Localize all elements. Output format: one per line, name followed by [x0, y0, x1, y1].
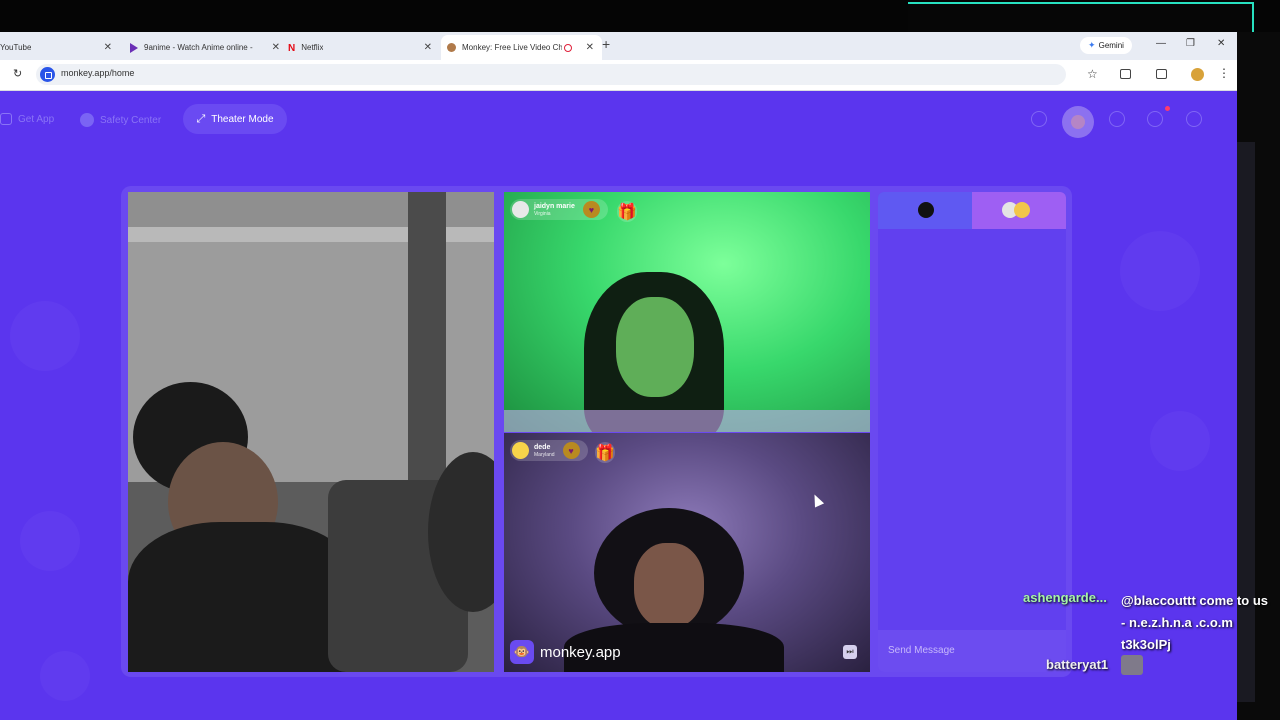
decor-bubble: [10, 301, 80, 371]
address-bar[interactable]: monkey.app/home: [36, 64, 1066, 85]
remote-video-2: dede Maryland ♥ 🎁: [504, 433, 870, 672]
heart-icon[interactable]: ♥: [562, 442, 580, 459]
extensions-icon[interactable]: [1120, 69, 1131, 79]
monkey-icon: [447, 43, 456, 52]
local-video: [128, 192, 494, 672]
person-face: [634, 543, 704, 628]
person-body: [128, 522, 358, 672]
safety-center-link[interactable]: Safety Center: [80, 113, 161, 127]
user-info: jaidyn marie Virginia: [534, 203, 575, 217]
chat-bubble-icon[interactable]: [1147, 111, 1163, 127]
user-location: Maryland: [534, 451, 555, 458]
tab-youtube[interactable]: YouTube ✕: [0, 35, 118, 60]
user-badge: dede Maryland ♥: [510, 440, 588, 461]
theater-mode-label: Theater Mode: [211, 113, 274, 125]
close-tab-icon[interactable]: ✕: [424, 42, 432, 53]
close-tab-icon[interactable]: ✕: [272, 42, 280, 53]
tab-9anime[interactable]: 9anime - Watch Anime online - ✕: [122, 35, 280, 60]
avatar: [512, 201, 529, 218]
decor-bubble: [1120, 231, 1200, 311]
avatar: [512, 442, 529, 459]
person-face: [616, 297, 694, 397]
monkey-logo-icon: 🐵: [510, 640, 534, 664]
monkey-face-icon[interactable]: [1186, 111, 1202, 127]
tab-single-chat[interactable]: [878, 192, 972, 229]
user-info: dede Maryland: [534, 444, 555, 458]
overlay-message: @blaccouttt come to us - n.e.z.h.n.a .c.…: [1121, 593, 1269, 652]
gemini-label: Gemini: [1098, 41, 1124, 50]
person-icon: [918, 202, 934, 218]
remote-video-1: jaidyn marie Virginia ♥ 🎁: [504, 192, 870, 432]
browser-toolbar: ↻ monkey.app/home ☆: [0, 60, 1237, 91]
get-app-link[interactable]: Get App: [0, 113, 54, 125]
menu-kebab-icon[interactable]: ⋮: [1218, 66, 1230, 80]
safety-center-label: Safety Center: [100, 114, 162, 126]
tab-label: 9anime - Watch Anime online -: [144, 43, 253, 52]
close-window-icon[interactable]: ✕: [1217, 38, 1225, 49]
skip-icon[interactable]: ⏭: [843, 645, 857, 659]
user-location: Virginia: [534, 210, 551, 217]
tab-label: Monkey: Free Live Video Ch: [462, 43, 562, 52]
overlay-avatar: [1121, 655, 1143, 675]
new-tab-button[interactable]: +: [602, 36, 610, 52]
heart-icon[interactable]: ♥: [582, 201, 600, 218]
browser-tab-bar: YouTube ✕ 9anime - Watch Anime online - …: [0, 32, 1237, 60]
gift-icon[interactable]: 🎁: [617, 201, 637, 222]
chat-tabs: [878, 192, 1066, 229]
gemini-icon: ✦: [1088, 40, 1096, 50]
restore-icon[interactable]: ❐: [1186, 38, 1195, 49]
tab-label: YouTube: [0, 43, 32, 52]
history-icon[interactable]: [1109, 111, 1125, 127]
netflix-icon: N: [288, 43, 296, 54]
tab-monkey[interactable]: Monkey: Free Live Video Ch ✕: [441, 35, 602, 60]
close-tab-icon[interactable]: ✕: [104, 42, 112, 53]
profile-avatar[interactable]: [1191, 68, 1204, 81]
user-badge: jaidyn marie Virginia ♥: [510, 199, 608, 220]
brand-name: monkey.app: [540, 643, 621, 661]
site-info-icon[interactable]: [40, 67, 55, 82]
tab-label: Netflix: [301, 43, 324, 52]
close-tab-icon[interactable]: ✕: [586, 42, 594, 53]
overlay-username: ashengarde...: [1023, 590, 1107, 605]
smile-icon: [1014, 202, 1030, 218]
phone-icon: [0, 113, 12, 125]
side-panel-icon[interactable]: [1156, 69, 1167, 79]
recording-icon: [564, 43, 572, 52]
decor-bubble: [40, 651, 90, 701]
decor-bubble: [1150, 411, 1210, 471]
decor-bubble: [20, 511, 80, 571]
notification-dot: [1165, 106, 1170, 111]
expand-icon: ⤢: [196, 112, 206, 125]
user-name: dede: [534, 443, 551, 451]
play-icon: [130, 42, 138, 53]
theater-mode-button[interactable]: ⤢ Theater Mode: [183, 104, 287, 134]
gemini-button[interactable]: ✦ Gemini: [1080, 37, 1132, 54]
reload-icon[interactable]: ↻: [13, 67, 22, 80]
gift-icon[interactable]: 🎁: [595, 442, 615, 463]
get-app-label: Get App: [18, 113, 55, 125]
monkey-watermark: 🐵 monkey.app: [510, 640, 621, 664]
tab-netflix[interactable]: N Netflix ✕: [282, 35, 438, 60]
url-text: monkey.app/home: [61, 68, 135, 78]
desk-edge: [504, 410, 870, 432]
search-icon[interactable]: [1031, 111, 1047, 127]
send-message-bar: [878, 630, 1066, 672]
send-message-input[interactable]: [886, 640, 1060, 660]
user-avatar[interactable]: [1062, 106, 1094, 138]
bookmark-star-icon[interactable]: ☆: [1087, 67, 1098, 81]
overlay-username: batteryat1: [1046, 657, 1109, 672]
shield-icon: [80, 113, 94, 127]
tab-group-chat[interactable]: [972, 192, 1066, 229]
minimize-icon[interactable]: —: [1156, 38, 1166, 49]
user-name: jaidyn marie: [534, 202, 575, 210]
